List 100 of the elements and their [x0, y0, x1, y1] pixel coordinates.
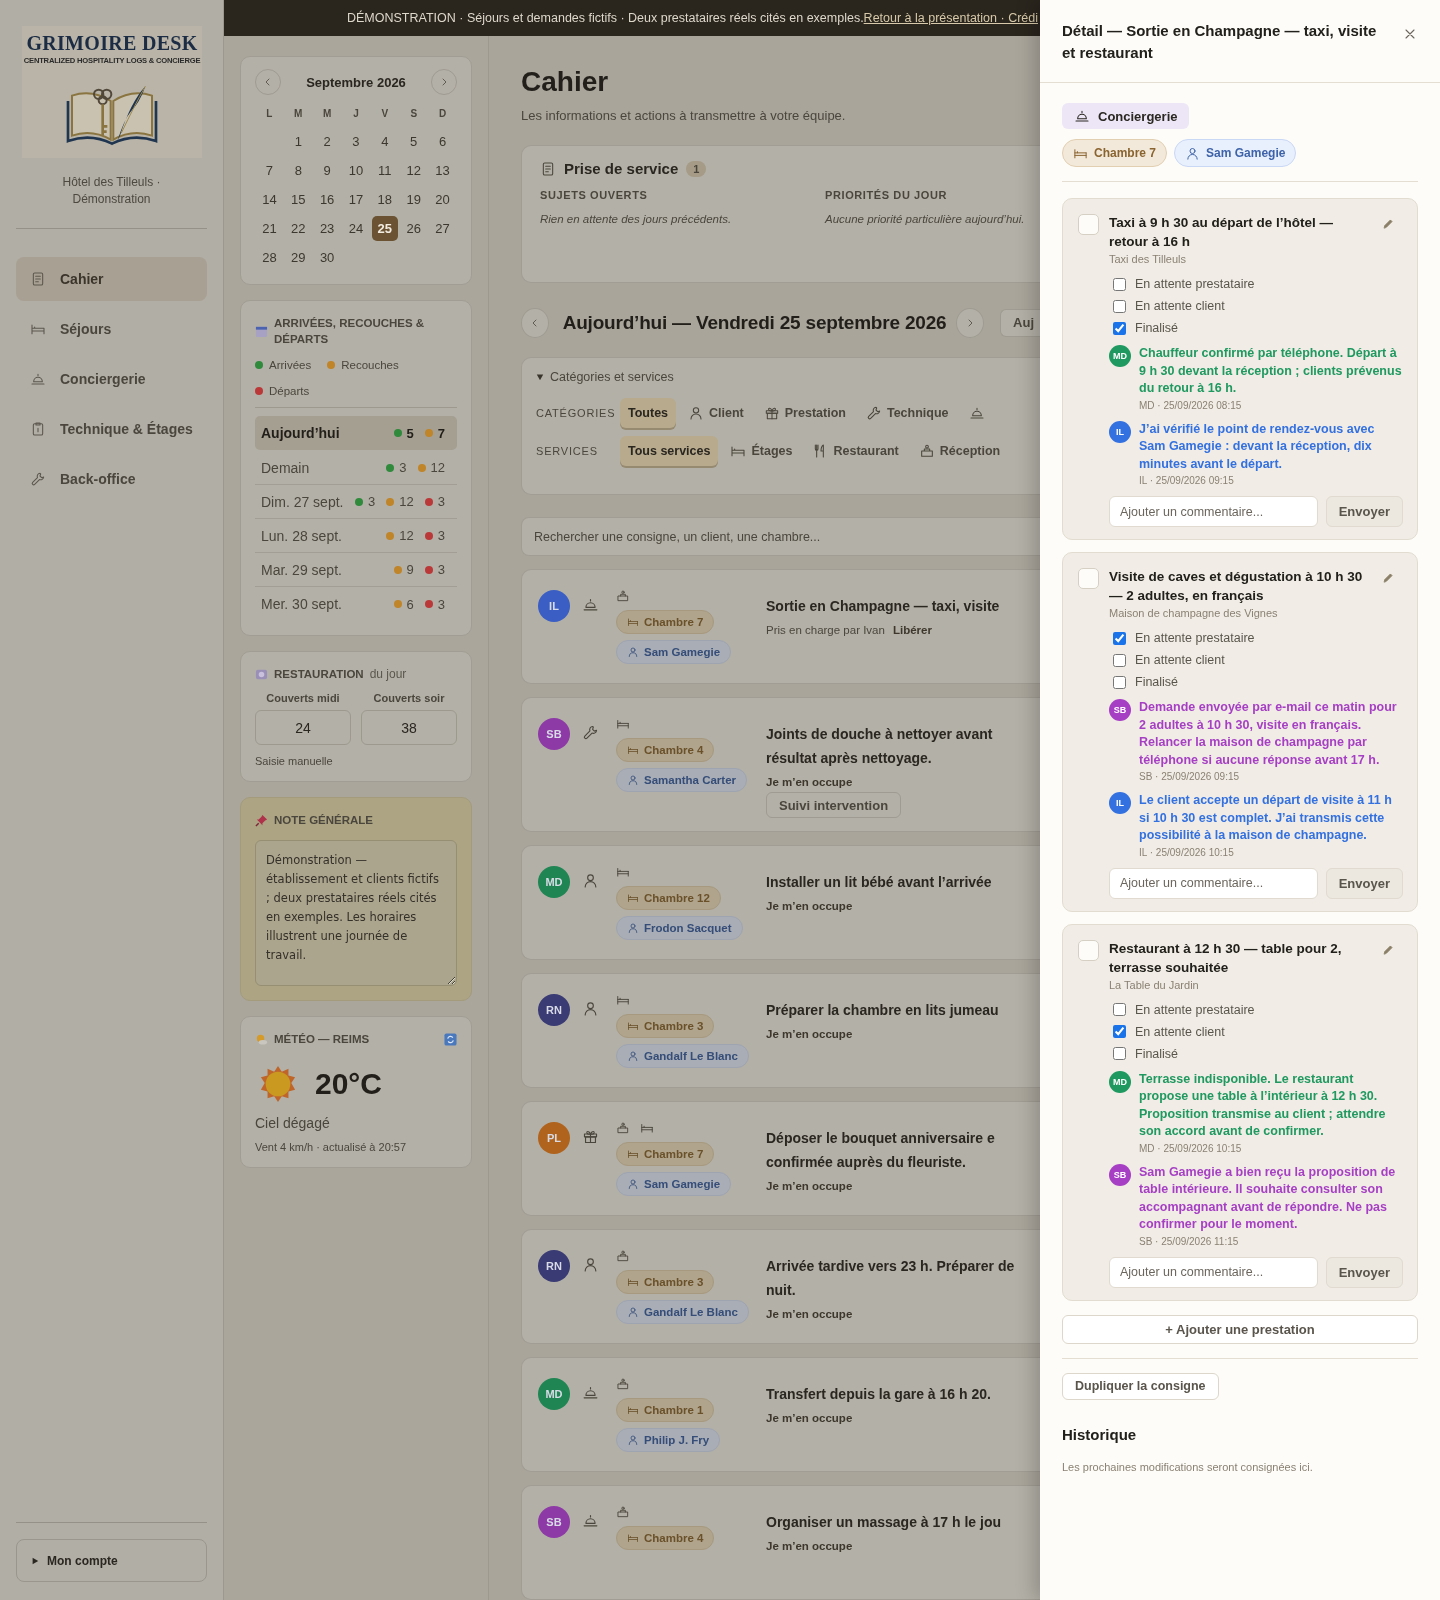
- filters-toggle[interactable]: Catégories et services: [536, 369, 1040, 384]
- sidebar-item[interactable]: Séjours: [16, 307, 207, 351]
- calendar-day[interactable]: 3: [343, 129, 369, 154]
- calendar-day[interactable]: 16: [314, 187, 341, 212]
- claim-link[interactable]: Je m’en occupe: [766, 776, 853, 789]
- status-checkbox[interactable]: [1113, 299, 1126, 313]
- calendar-day[interactable]: 30: [314, 245, 341, 270]
- date-title: Aujourd’hui — Vendredi 25 septembre 2026: [562, 311, 947, 334]
- search-field[interactable]: Rechercher une consigne, un client, une chambre...: [521, 517, 1040, 557]
- calendar-day[interactable]: 11: [371, 158, 398, 183]
- note-field[interactable]: Démonstration — établissement et clients fictifs ; deux prestataires réels cités en exemples. Les horaires illustrent une journée de travail.: [255, 840, 457, 986]
- count: 3: [437, 562, 445, 577]
- calendar-day[interactable]: 17: [343, 187, 369, 212]
- follow-up-button[interactable]: Suivi intervention: [766, 792, 902, 819]
- status-checkbox[interactable]: [1113, 653, 1126, 667]
- calendar-day[interactable]: 18: [371, 187, 398, 212]
- status-checkbox[interactable]: [1113, 321, 1126, 335]
- sidebar-item[interactable]: Conciergerie: [16, 357, 207, 401]
- calendar-day[interactable]: 5: [400, 129, 427, 154]
- status-checkbox[interactable]: [1113, 1003, 1126, 1016]
- send-button[interactable]: Envoyer: [1325, 1256, 1403, 1288]
- status-checkbox[interactable]: [1113, 675, 1126, 689]
- comment-field[interactable]: Ajouter un commentaire...: [1109, 1256, 1318, 1288]
- day-label: Aujourd’hui: [261, 425, 340, 441]
- claim-link[interactable]: Libérer: [892, 624, 932, 637]
- avatar: MD: [1109, 345, 1131, 367]
- sidebar-item[interactable]: Cahier: [16, 257, 207, 301]
- day-row[interactable]: Mer. 30 sept. 6 3: [255, 587, 457, 621]
- claim-link[interactable]: Je m’en occupe: [766, 1540, 853, 1552]
- calendar-day[interactable]: 7: [256, 158, 283, 183]
- day-row[interactable]: Mar. 29 sept. 9 3: [255, 553, 457, 587]
- filter-chip[interactable]: Réception: [910, 435, 1009, 466]
- calendar-day[interactable]: 26: [400, 216, 427, 241]
- calendar-day[interactable]: 19: [400, 187, 427, 212]
- calendar-day[interactable]: 12: [400, 158, 427, 183]
- calendar-day[interactable]: 2: [314, 129, 341, 154]
- comment-field[interactable]: Ajouter un commentaire...: [1109, 867, 1318, 899]
- calendar-day[interactable]: 27: [429, 216, 456, 241]
- page-title: Cahier: [521, 66, 610, 98]
- done-checkbox[interactable]: [1078, 568, 1099, 589]
- calendar-day[interactable]: 23: [314, 216, 341, 241]
- filter-chip[interactable]: Étages: [722, 435, 801, 466]
- comment-field[interactable]: Ajouter un commentaire...: [1109, 496, 1318, 527]
- weekday-label: V: [380, 107, 390, 121]
- status-checkbox[interactable]: [1113, 631, 1126, 645]
- status-checkbox[interactable]: [1113, 1047, 1126, 1060]
- done-checkbox[interactable]: [1078, 939, 1099, 961]
- day-row[interactable]: Dim. 27 sept. 3 12 3: [255, 485, 457, 519]
- calendar-day[interactable]: 6: [429, 129, 456, 154]
- filter-chip[interactable]: Tous services: [620, 435, 719, 466]
- calendar-day[interactable]: 13: [429, 158, 456, 183]
- claim-link[interactable]: Je m’en occupe: [766, 900, 853, 912]
- claim-link[interactable]: Je m’en occupe: [766, 1412, 853, 1424]
- calendar-day[interactable]: 24: [343, 216, 369, 241]
- calendar-day[interactable]: 1: [285, 129, 312, 154]
- calendar-day[interactable]: 22: [285, 216, 312, 241]
- presentation-link[interactable]: Retour à la présentation · Crédi: [863, 11, 1038, 25]
- sidebar-item[interactable]: Back-office: [16, 457, 207, 501]
- provider-name: Taxi des Tilleuls: [1109, 253, 1188, 265]
- calendar-day[interactable]: 25: [371, 216, 398, 241]
- day-row[interactable]: Aujourd’hui 5 7: [255, 416, 457, 450]
- day-row[interactable]: Demain 3 12: [255, 451, 457, 485]
- done-checkbox[interactable]: [1078, 214, 1099, 235]
- room-tag: Chambre 7: [1062, 139, 1168, 167]
- filter-chip[interactable]: Technique: [857, 397, 957, 428]
- filter-chip[interactable]: Toutes: [620, 397, 677, 428]
- calendar-day[interactable]: 9: [314, 158, 341, 183]
- calendar-day[interactable]: 14: [256, 187, 283, 212]
- calendar-day[interactable]: 21: [256, 216, 283, 241]
- sidebar-item[interactable]: Technique & Étages: [16, 407, 207, 451]
- calendar-day[interactable]: 10: [343, 158, 369, 183]
- status-checkbox[interactable]: [1113, 277, 1126, 291]
- calendar-day[interactable]: 20: [429, 187, 456, 212]
- comment-meta: SB · 25/09/2026 09:15: [1139, 771, 1241, 782]
- covers-field[interactable]: 38: [361, 710, 457, 745]
- calendar-day[interactable]: 28: [256, 245, 283, 270]
- filter-chip[interactable]: Prestation: [755, 397, 854, 428]
- client-tag: Samantha Carter: [616, 768, 748, 793]
- panel-title: Détail — Sortie en Champagne — taxi, visite et restaurant: [1062, 21, 1378, 63]
- claim-link[interactable]: Je m’en occupe: [766, 1308, 853, 1320]
- calendar-day[interactable]: 29: [285, 245, 312, 270]
- filter-chip[interactable]: Client: [680, 397, 752, 428]
- day-row[interactable]: Lun. 28 sept. 12 3: [255, 519, 457, 553]
- claim-link[interactable]: Je m’en occupe: [766, 1180, 853, 1192]
- caret-icon: [31, 1556, 39, 1565]
- add-service-button[interactable]: + Ajouter une prestation: [1062, 1314, 1418, 1344]
- today-button[interactable]: Auj: [1000, 308, 1040, 337]
- service-bell-icon: [582, 1384, 599, 1401]
- calendar-day[interactable]: 4: [371, 129, 398, 154]
- calendar-day[interactable]: 8: [285, 158, 312, 183]
- account-button[interactable]: Mon compte: [16, 1539, 207, 1582]
- send-button[interactable]: Envoyer: [1325, 496, 1403, 527]
- duplicate-button[interactable]: Dupliquer la consigne: [1062, 1372, 1219, 1400]
- claim-link[interactable]: Je m’en occupe: [766, 1028, 853, 1040]
- calendar-day[interactable]: 15: [285, 187, 312, 212]
- covers-field[interactable]: 24: [255, 710, 351, 745]
- task-title: Joints de douche à nettoyer avant résultat après nettoyage.: [766, 725, 994, 769]
- filter-chip[interactable]: Restaurant: [804, 435, 907, 466]
- send-button[interactable]: Envoyer: [1325, 867, 1403, 899]
- status-checkbox[interactable]: [1113, 1025, 1126, 1038]
